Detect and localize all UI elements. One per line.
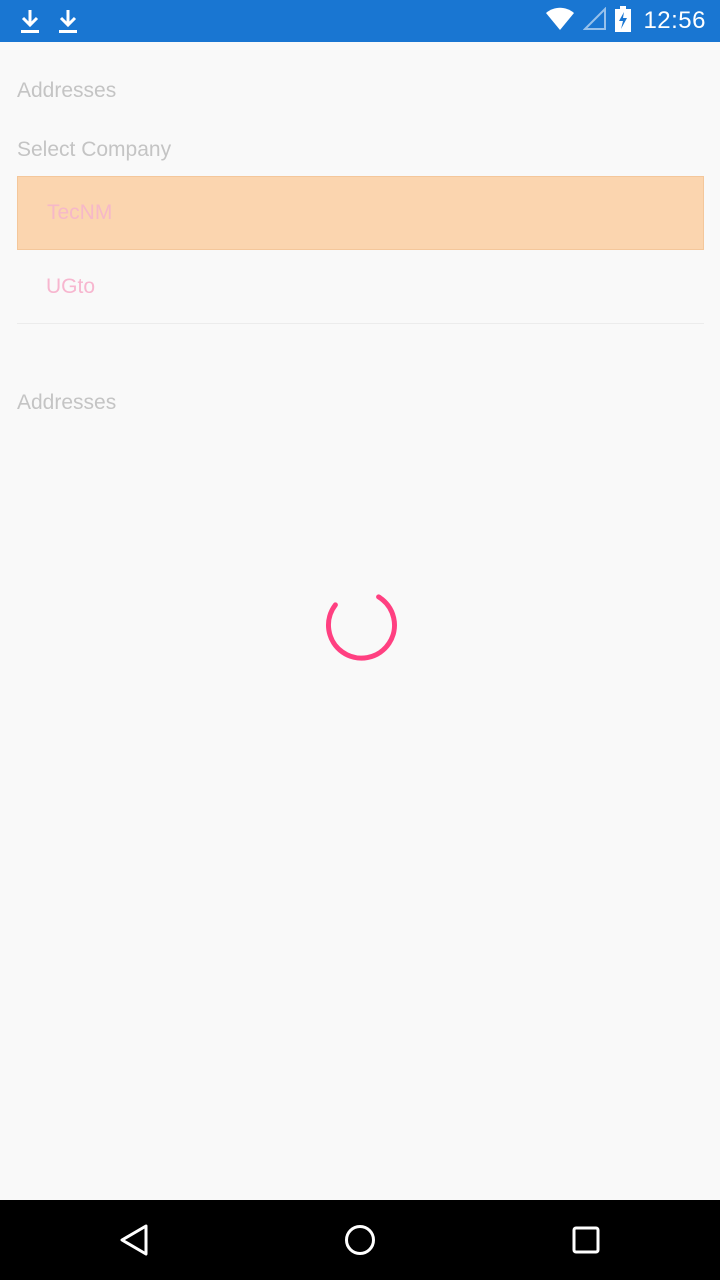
back-icon <box>120 1224 148 1256</box>
status-bar: 12:56 <box>0 0 720 42</box>
back-button[interactable] <box>114 1220 154 1260</box>
recents-button[interactable] <box>566 1220 606 1260</box>
select-company-label: Select Company <box>17 138 172 161</box>
signal-icon <box>583 6 607 35</box>
status-notifications <box>18 8 80 38</box>
recents-icon <box>572 1226 600 1254</box>
addresses-label: Addresses <box>17 391 117 414</box>
status-time: 12:56 <box>643 7 706 34</box>
main-content: Addresses Select Company TecNM UGto Addr… <box>0 42 720 1200</box>
loading-spinner <box>321 584 399 662</box>
company-list: TecNM UGto <box>17 176 704 324</box>
company-item-label: UGto <box>46 274 96 298</box>
home-icon <box>345 1225 375 1255</box>
page-title: Addresses <box>17 79 117 102</box>
wifi-icon <box>545 7 575 35</box>
navigation-bar <box>0 1200 720 1280</box>
download-icon <box>56 8 80 38</box>
battery-charging-icon <box>615 6 632 36</box>
company-item-tecnm[interactable]: TecNM <box>17 176 704 250</box>
home-button[interactable] <box>340 1220 380 1260</box>
download-icon <box>18 8 42 38</box>
company-item-label: TecNM <box>47 201 113 224</box>
status-system-icons: 12:56 <box>545 0 706 42</box>
company-item-ugto[interactable]: UGto <box>17 250 704 324</box>
